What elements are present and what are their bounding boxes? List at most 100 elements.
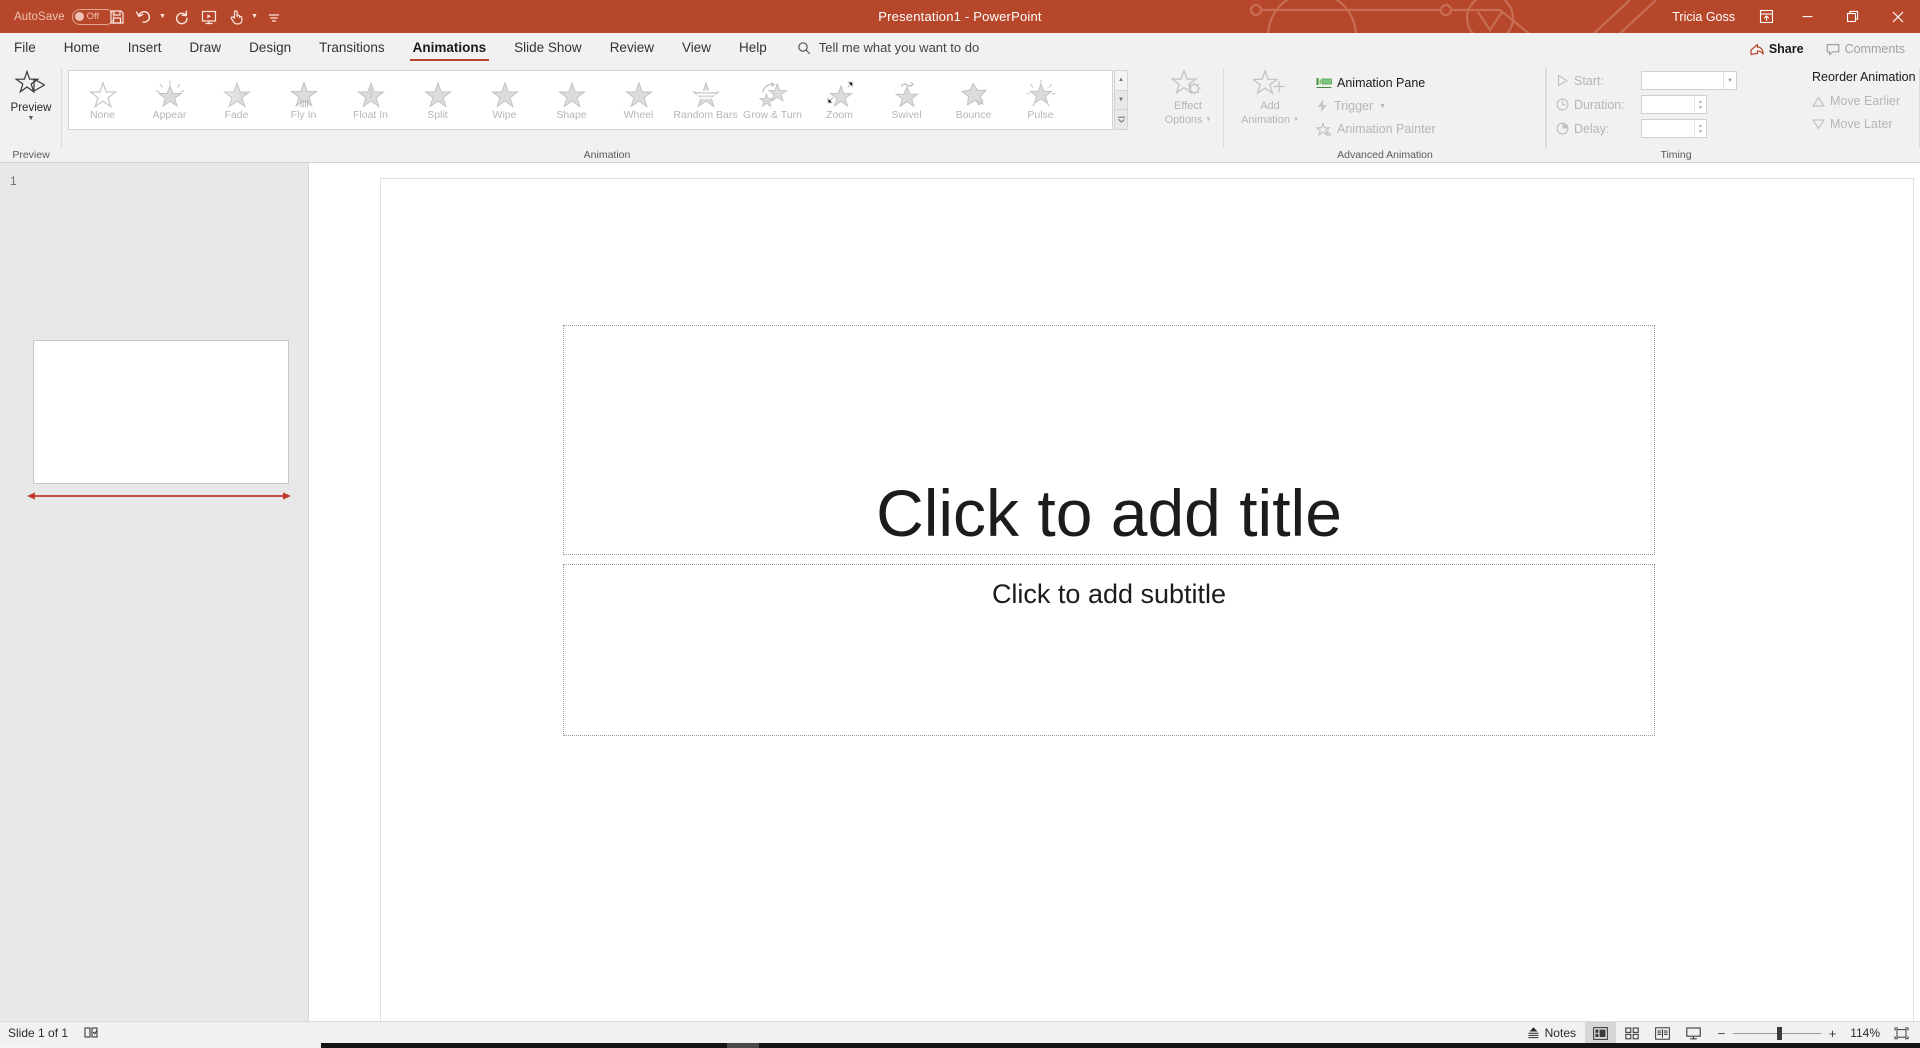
move-later-label: Move Later [1830,117,1893,131]
slide-sorter-button[interactable] [1616,1022,1647,1044]
tab-design[interactable]: Design [235,33,305,62]
share-button[interactable]: Share [1741,39,1813,59]
zoom-slider-thumb[interactable] [1777,1026,1782,1040]
slide-canvas[interactable]: Click to add title Click to add subtitle [380,178,1914,1041]
add-animation-icon [1253,69,1285,95]
comments-button[interactable]: Comments [1817,39,1914,59]
duration-input[interactable]: ▲ ▼ [1641,95,1707,114]
tab-home[interactable]: Home [50,33,114,62]
customize-quick-access-toolbar-icon[interactable] [260,3,287,30]
zoom-slider-track[interactable] [1733,1026,1821,1040]
animation-swivel[interactable]: Swivel [873,71,940,129]
preview-button[interactable]: Preview ▼ [5,68,57,146]
account-name[interactable]: Tricia Goss [1672,10,1735,24]
animation-float-in[interactable]: Float In [337,71,404,129]
reading-view-button[interactable] [1647,1022,1678,1044]
touch-mode-dropdown-caret-icon[interactable]: ▼ [249,3,260,30]
triangle-up-icon [1812,96,1825,107]
animation-none[interactable]: None [69,71,136,129]
animation-fade[interactable]: Fade [203,71,270,129]
add-animation-caret-icon[interactable]: ▼ [1293,114,1299,127]
animation-gallery[interactable]: None Appear Fade Fly In Float In Split W… [68,70,1113,130]
tab-view[interactable]: View [668,33,725,62]
add-animation-label-line1: Add [1260,100,1280,112]
notes-button[interactable]: Notes [1518,1022,1585,1044]
star-wipe-icon [490,81,519,108]
animation-wheel[interactable]: Wheel [605,71,672,129]
move-earlier-button[interactable]: Move Earlier [1812,94,1900,108]
start-caret-icon[interactable]: ▼ [1723,72,1736,89]
slide-count-label[interactable]: Slide 1 of 1 [8,1026,68,1040]
subtitle-placeholder[interactable]: Click to add subtitle [563,564,1655,736]
tab-transitions[interactable]: Transitions [305,33,399,62]
zoom-level-label[interactable]: 114% [1844,1026,1880,1040]
animation-random-bars[interactable]: Random Bars [672,71,739,129]
gallery-scrollbar[interactable]: ▲ ▼ [1114,70,1128,131]
touch-mouse-mode-icon[interactable] [222,3,249,30]
animation-pulse[interactable]: Pulse [1007,71,1074,129]
duration-label: Duration: [1574,97,1625,112]
preview-dropdown-caret-icon[interactable]: ▼ [28,115,35,122]
move-later-button[interactable]: Move Later [1812,117,1893,131]
trigger-caret-icon[interactable]: ▼ [1379,103,1386,110]
close-button[interactable] [1875,0,1920,33]
minimize-button[interactable] [1785,0,1830,33]
animation-grow-and-turn[interactable]: Grow & Turn [739,71,806,129]
title-placeholder[interactable]: Click to add title [563,325,1655,555]
accessibility-checker-icon[interactable] [84,1026,99,1039]
notes-icon [1528,1026,1539,1038]
fit-slide-icon[interactable] [1888,1022,1914,1044]
workspace: 1 Click to add title Click to add subtit… [0,163,1920,1041]
undo-icon[interactable] [130,3,157,30]
animation-bounce[interactable]: Bounce [940,71,1007,129]
zoom-out-button[interactable]: − [1717,1026,1726,1041]
tab-animations[interactable]: Animations [399,33,501,62]
start-select[interactable]: ▼ [1641,71,1737,90]
animation-split[interactable]: Split [404,71,471,129]
tab-help[interactable]: Help [725,33,781,62]
restore-button[interactable] [1830,0,1875,33]
normal-view-button[interactable] [1585,1022,1616,1044]
undo-dropdown-caret-icon[interactable]: ▼ [157,3,168,30]
status-bar: Slide 1 of 1 Notes − + 114% [0,1021,1920,1044]
tab-review[interactable]: Review [596,33,668,62]
tab-slide-show[interactable]: Slide Show [500,33,596,62]
gallery-scroll-down-button[interactable]: ▼ [1114,90,1128,111]
tab-file[interactable]: File [0,33,50,62]
tab-draw[interactable]: Draw [176,33,236,62]
autosave-control[interactable]: AutoSave Off [14,0,114,33]
zoom-control[interactable]: − + 114% [1709,1026,1888,1041]
animation-label: None [89,108,116,121]
add-animation-button[interactable]: Add Animation ▼ [1234,68,1306,148]
save-icon[interactable] [103,3,130,30]
effect-options-button[interactable]: Effect Options ▼ [1156,68,1220,148]
delay-input[interactable]: ▲ ▼ [1641,119,1707,138]
gallery-more-button[interactable] [1114,110,1128,131]
star-grow-turn-icon [758,81,788,107]
zoom-in-button[interactable]: + [1828,1026,1837,1041]
animation-wipe[interactable]: Wipe [471,71,538,129]
star-pulse-icon [1025,79,1056,106]
slideshow-button[interactable] [1678,1022,1709,1044]
animation-appear[interactable]: Appear [136,71,203,129]
slide-thumbnail-pane[interactable]: 1 [0,163,309,1021]
trigger-button[interactable]: Trigger ▼ [1316,95,1386,117]
slide-thumbnail-1[interactable] [33,340,289,484]
start-from-beginning-icon[interactable] [195,3,222,30]
redo-icon[interactable] [168,3,195,30]
animation-pane-button[interactable]: Animation Pane [1316,72,1425,94]
duration-spinner[interactable]: ▲ ▼ [1694,96,1706,113]
group-label-animation: Animation [583,149,631,161]
animation-fly-in[interactable]: Fly In [270,71,337,129]
taskbar-segment [40,1043,321,1048]
tab-insert[interactable]: Insert [114,33,176,62]
tell-me-search[interactable]: Tell me what you want to do [781,33,979,62]
ribbon-display-options-button[interactable] [1747,0,1785,33]
animation-painter-button[interactable]: Animation Painter [1316,118,1436,140]
delay-spinner[interactable]: ▲ ▼ [1694,120,1706,137]
animation-shape[interactable]: Shape [538,71,605,129]
animation-zoom[interactable]: Zoom [806,71,873,129]
effect-options-caret-icon[interactable]: ▼ [1205,114,1211,127]
animation-painter-icon [1316,122,1332,136]
gallery-scroll-up-button[interactable]: ▲ [1114,70,1128,91]
